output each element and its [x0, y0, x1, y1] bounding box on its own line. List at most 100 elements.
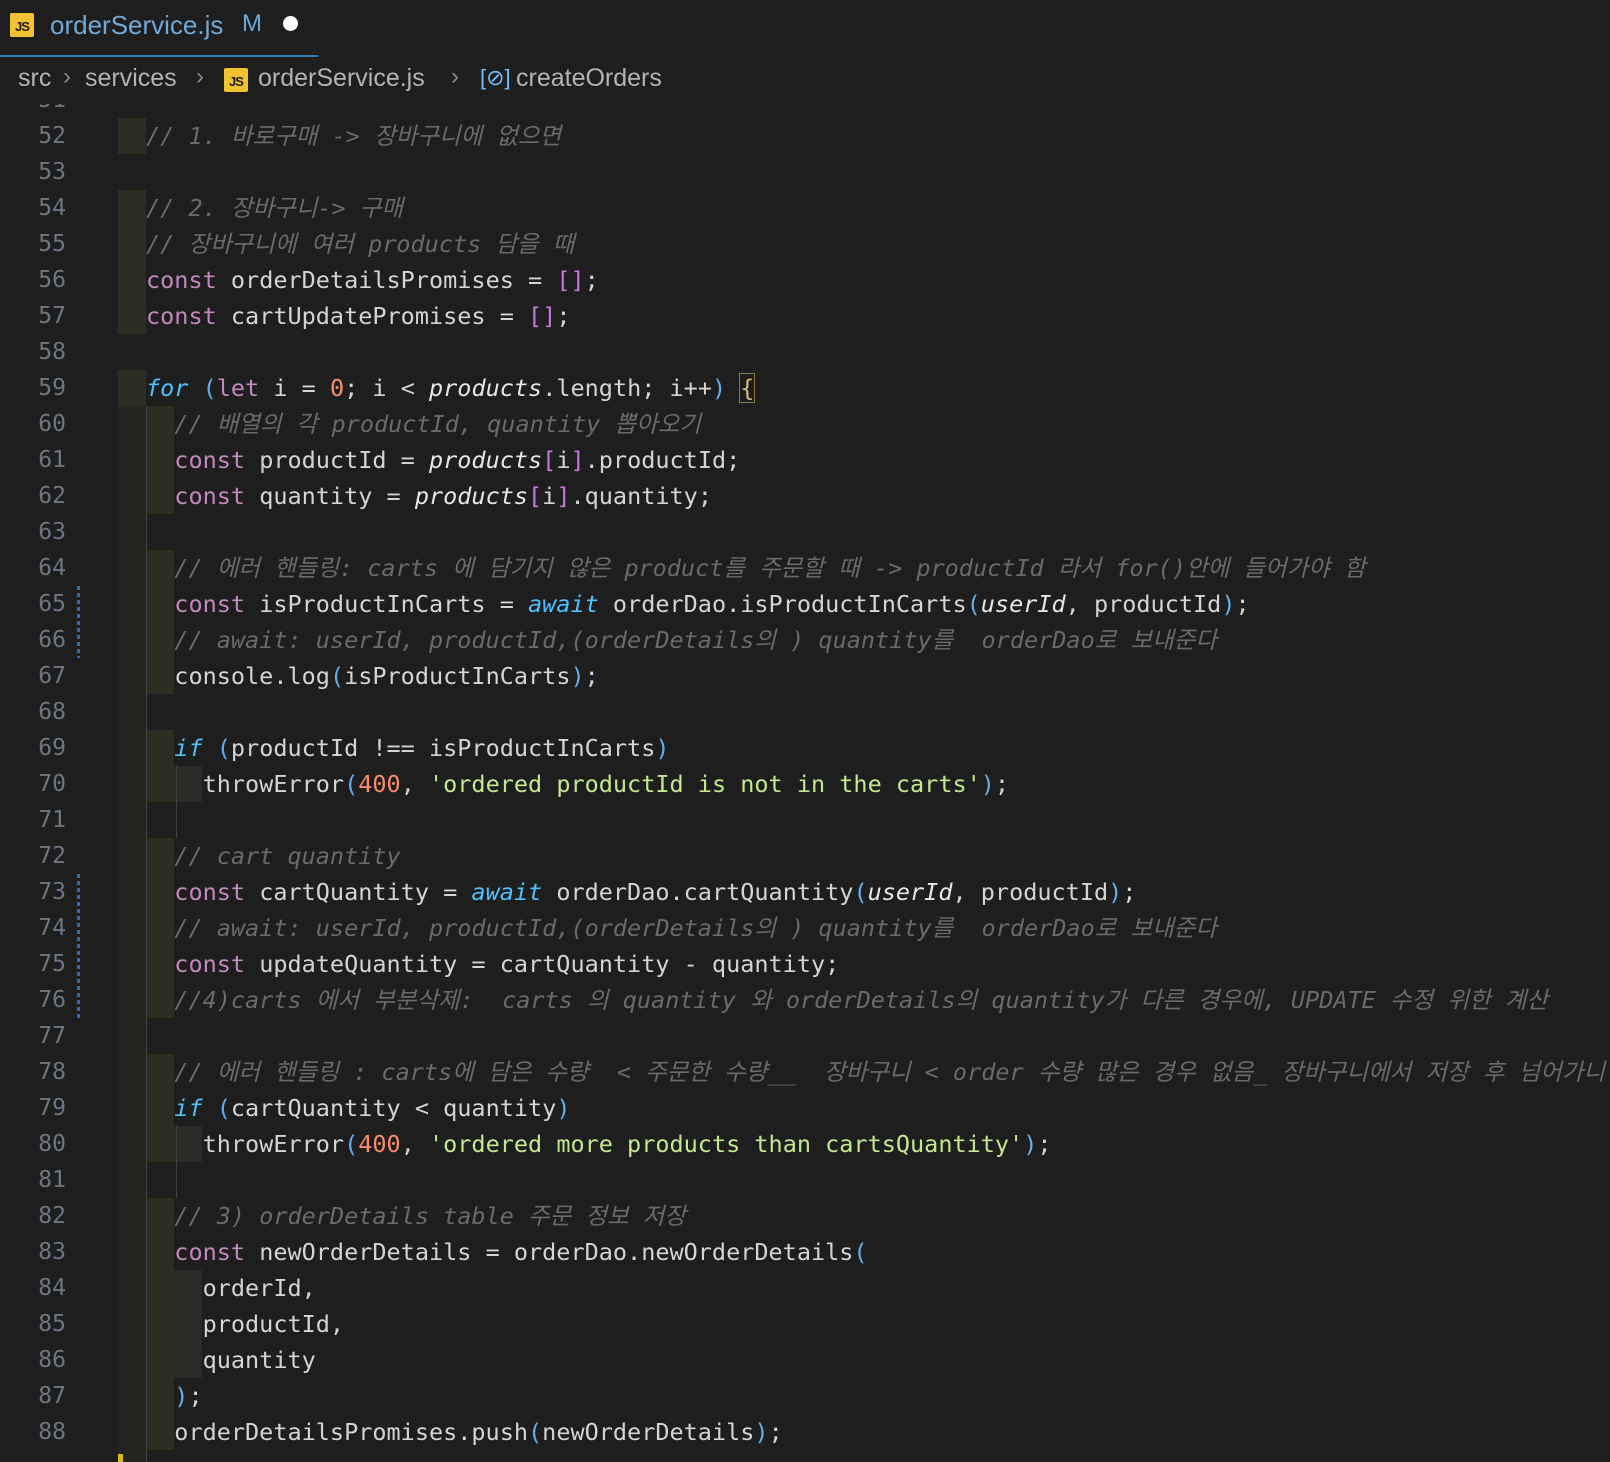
line-text: // 3) orderDetails table 주문 정보 저장	[174, 1202, 687, 1230]
line-text: );	[174, 1382, 203, 1410]
line-number: 51	[0, 104, 66, 118]
line-text: // await: userId, productId,(orderDetail…	[174, 626, 1217, 654]
line-number: 73	[38, 879, 66, 905]
line-text: //4)carts 에서 부분삭제: carts 의 quantity 와 or…	[174, 986, 1548, 1014]
line-number: 84	[38, 1275, 66, 1301]
line-number: 65	[38, 591, 66, 617]
code-line[interactable]: 72 // cart quantity	[0, 838, 1610, 874]
code-line[interactable]: 82 // 3) orderDetails table 주문 정보 저장	[0, 1198, 1610, 1234]
line-number: 69	[38, 735, 66, 761]
code-line[interactable]: 84 orderId,	[0, 1270, 1610, 1306]
line-number: 55	[38, 231, 66, 257]
line-number: 81	[38, 1167, 66, 1193]
breadcrumb-item-src[interactable]: src	[18, 64, 51, 93]
line-text: console.log(isProductInCarts);	[146, 662, 599, 690]
line-number: 52	[38, 123, 66, 149]
line-number: 66	[38, 627, 66, 653]
line-text: // 에러 핸들링 : carts에 담은 수량 < 주문한 수량__ 장바구니…	[174, 1058, 1606, 1086]
line-text: // 1. 바로구매 -> 장바구니에 없으면	[146, 122, 562, 150]
line-text: const newOrderDetails = orderDao.newOrde…	[174, 1238, 868, 1266]
line-number: 72	[38, 843, 66, 869]
breadcrumb: src › services › JS orderService.js › [⊘…	[0, 60, 1610, 104]
line-number: 71	[38, 807, 66, 833]
code-line[interactable]: 87 );	[0, 1378, 1610, 1414]
code-line[interactable]: 77	[0, 1018, 1610, 1054]
line-number: 58	[38, 339, 66, 365]
line-text: quantity	[146, 1346, 316, 1374]
javascript-file-icon: JS	[10, 13, 34, 37]
code-line[interactable]: 59 for (let i = 0; i < products.length; i…	[0, 370, 1610, 406]
line-text: const updateQuantity = cartQuantity - qu…	[174, 950, 840, 978]
code-line[interactable]: 74 // await: userId, productId,(orderDet…	[0, 910, 1610, 946]
breadcrumb-item-symbol[interactable]: createOrders	[516, 64, 662, 93]
breadcrumb-item-file[interactable]: orderService.js	[258, 64, 425, 93]
line-text: throwError(400, 'ordered more products t…	[146, 1130, 1052, 1158]
line-text: // 배열의 각 productId, quantity 뽑아오기	[174, 410, 701, 438]
line-number: 80	[38, 1131, 66, 1157]
line-text: const quantity = products[i].quantity;	[174, 482, 712, 510]
code-line[interactable]: 71	[0, 802, 1610, 838]
line-number: 88	[38, 1419, 66, 1445]
code-line[interactable]: 79 if (cartQuantity < quantity)	[0, 1090, 1610, 1126]
line-number: 60	[38, 411, 66, 437]
line-number: 87	[38, 1383, 66, 1409]
line-text: // cart quantity	[174, 842, 401, 870]
line-number: 86	[38, 1347, 66, 1373]
code-editor[interactable]: 51 52 // 1. 바로구매 -> 장바구니에 없으면 53 54 // 2. 장바구…	[0, 104, 1610, 1462]
line-text: const cartQuantity = await orderDao.cart…	[174, 878, 1137, 906]
code-line[interactable]: 55 // 장바구니에 여러 products 담을 때	[0, 226, 1610, 262]
code-line[interactable]: 56 const orderDetailsPromises = [];	[0, 262, 1610, 298]
code-line[interactable]: 60 // 배열의 각 productId, quantity 뽑아오기	[0, 406, 1610, 442]
code-line[interactable]: 67 console.log(isProductInCarts);	[0, 658, 1610, 694]
line-number: 82	[38, 1203, 66, 1229]
line-number: 54	[38, 195, 66, 221]
unsaved-dot-icon[interactable]	[283, 16, 298, 31]
code-line[interactable]: 73 const cartQuantity = await orderDao.c…	[0, 874, 1610, 910]
chevron-right-icon: ›	[451, 63, 459, 90]
line-text: throwError(400, 'ordered productId is no…	[146, 770, 1010, 798]
code-line[interactable]: 86 quantity	[0, 1342, 1610, 1378]
line-number: 67	[38, 663, 66, 689]
symbol-variable-icon: [⊘]	[480, 65, 511, 90]
line-number: 61	[38, 447, 66, 473]
line-number: 63	[38, 519, 66, 545]
line-text: const isProductInCarts = await orderDao.…	[174, 590, 1250, 618]
code-line[interactable]: 70 throwError(400, 'ordered productId is…	[0, 766, 1610, 802]
code-line[interactable]: 68	[0, 694, 1610, 730]
code-line[interactable]: 76 //4)carts 에서 부분삭제: carts 의 quantity 와…	[0, 982, 1610, 1018]
code-line[interactable]: 88 orderDetailsPromises.push(newOrderDet…	[0, 1414, 1610, 1450]
javascript-file-icon: JS	[224, 68, 248, 92]
code-line[interactable]: 78 // 에러 핸들링 : carts에 담은 수량 < 주문한 수량__ 장…	[0, 1054, 1610, 1090]
line-text: const productId = products[i].productId;	[174, 446, 741, 474]
code-line[interactable]: 64 // 에러 핸들링: carts 에 담기지 않은 product를 주문…	[0, 550, 1610, 586]
code-line[interactable]: 85 productId,	[0, 1306, 1610, 1342]
code-line[interactable]: 61 const productId = products[i].product…	[0, 442, 1610, 478]
line-number: 75	[38, 951, 66, 977]
code-line[interactable]: 69 if (productId !== isProductInCarts)	[0, 730, 1610, 766]
line-number: 64	[38, 555, 66, 581]
code-line[interactable]: 65 const isProductInCarts = await orderD…	[0, 586, 1610, 622]
code-line[interactable]: 51	[0, 104, 1610, 118]
code-line[interactable]: 75 const updateQuantity = cartQuantity -…	[0, 946, 1610, 982]
line-text: // 2. 장바구니-> 구매	[146, 194, 404, 222]
code-line[interactable]: 66 // await: userId, productId,(orderDet…	[0, 622, 1610, 658]
code-line[interactable]: 57 const cartUpdatePromises = [];	[0, 298, 1610, 334]
code-line[interactable]: 62 const quantity = products[i].quantity…	[0, 478, 1610, 514]
code-line[interactable]: 54 // 2. 장바구니-> 구매	[0, 190, 1610, 226]
breadcrumb-item-services[interactable]: services	[85, 64, 177, 93]
line-text: if (cartQuantity < quantity)	[174, 1094, 571, 1122]
chevron-right-icon: ›	[63, 63, 71, 90]
line-number: 53	[38, 159, 66, 185]
code-line[interactable]: 83 const newOrderDetails = orderDao.newO…	[0, 1234, 1610, 1270]
code-line[interactable]: 58	[0, 334, 1610, 370]
code-line[interactable]: 81	[0, 1162, 1610, 1198]
code-line[interactable]: 63	[0, 514, 1610, 550]
line-text: orderDetailsPromises.push(newOrderDetail…	[146, 1418, 783, 1446]
tab-orderservice[interactable]: JS orderService.js M	[0, 0, 318, 57]
code-line[interactable]: 80 throwError(400, 'ordered more product…	[0, 1126, 1610, 1162]
code-line[interactable]: 52 // 1. 바로구매 -> 장바구니에 없으면	[0, 118, 1610, 154]
line-number: 70	[38, 771, 66, 797]
code-line[interactable]: 53	[0, 154, 1610, 190]
line-number: 57	[38, 303, 66, 329]
line-number: 78	[38, 1059, 66, 1085]
